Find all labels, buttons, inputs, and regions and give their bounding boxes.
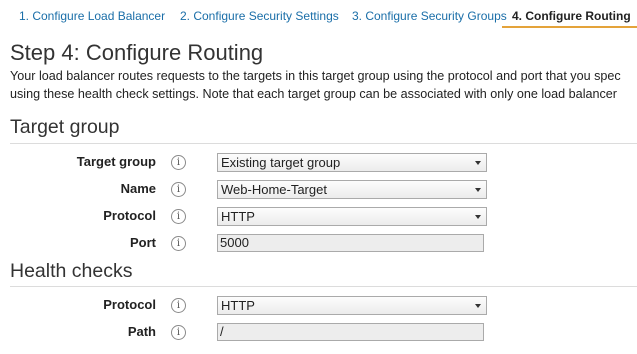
info-icon[interactable]: i bbox=[171, 236, 186, 251]
port-input[interactable] bbox=[217, 234, 484, 252]
caret-down-icon bbox=[475, 161, 481, 165]
info-icon[interactable]: i bbox=[171, 209, 186, 224]
section-divider bbox=[10, 143, 637, 144]
section-divider bbox=[10, 286, 637, 287]
name-label: Name bbox=[120, 181, 156, 196]
section-title-health-checks: Health checks bbox=[10, 260, 133, 282]
health-protocol-select[interactable]: HTTP bbox=[217, 296, 487, 315]
name-select[interactable]: Web-Home-Target bbox=[217, 180, 487, 199]
page-title: Step 4: Configure Routing bbox=[10, 40, 264, 65]
tab-configure-load-balancer[interactable]: 1. Configure Load Balancer bbox=[19, 0, 165, 28]
info-icon[interactable]: i bbox=[171, 182, 186, 197]
port-label: Port bbox=[130, 235, 156, 250]
protocol-select-value: HTTP bbox=[221, 209, 255, 224]
page-description-line-1: Your load balancer routes requests to th… bbox=[10, 69, 621, 83]
path-label: Path bbox=[127, 324, 156, 339]
page-description: Your load balancer routes requests to th… bbox=[10, 67, 637, 103]
target-group-label: Target group bbox=[76, 154, 156, 169]
name-select-value: Web-Home-Target bbox=[221, 182, 327, 197]
wizard-tabs: 1. Configure Load Balancer 2. Configure … bbox=[0, 0, 637, 29]
caret-down-icon bbox=[475, 188, 481, 192]
tab-configure-routing[interactable]: 4. Configure Routing bbox=[502, 0, 637, 28]
protocol-label: Protocol bbox=[103, 208, 156, 223]
page-description-line-2: using these health check settings. Note … bbox=[10, 87, 617, 101]
info-icon[interactable]: i bbox=[171, 325, 186, 340]
target-group-select[interactable]: Existing target group bbox=[217, 153, 487, 172]
info-icon[interactable]: i bbox=[171, 155, 186, 170]
caret-down-icon bbox=[475, 304, 481, 308]
tab-configure-security-groups[interactable]: 3. Configure Security Groups bbox=[352, 0, 507, 28]
protocol-select[interactable]: HTTP bbox=[217, 207, 487, 226]
path-input[interactable] bbox=[217, 323, 484, 341]
caret-down-icon bbox=[475, 215, 481, 219]
tab-configure-security-settings[interactable]: 2. Configure Security Settings bbox=[180, 0, 339, 28]
health-protocol-label: Protocol bbox=[103, 297, 156, 312]
health-protocol-select-value: HTTP bbox=[221, 298, 255, 313]
target-group-select-value: Existing target group bbox=[221, 155, 341, 170]
section-title-target-group: Target group bbox=[10, 116, 120, 138]
info-icon[interactable]: i bbox=[171, 298, 186, 313]
